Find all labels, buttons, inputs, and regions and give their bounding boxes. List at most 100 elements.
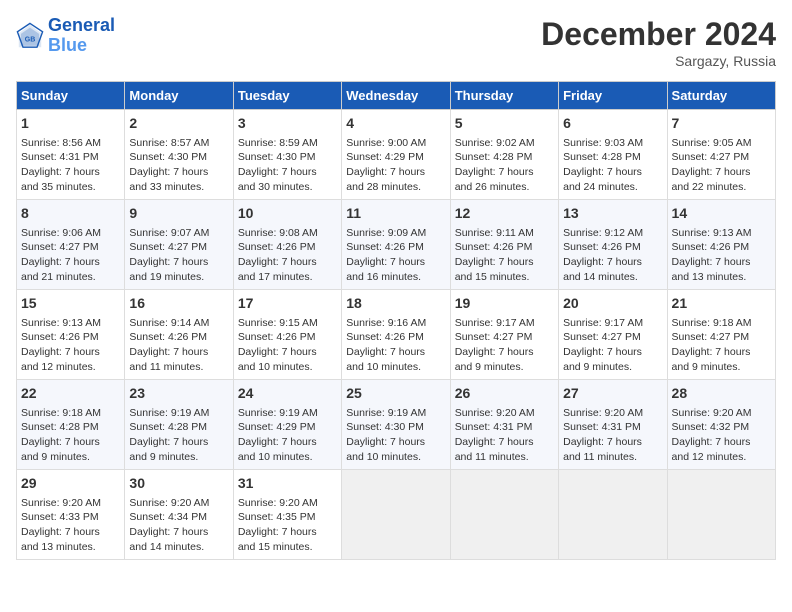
day-info: Sunrise: 9:09 AMSunset: 4:26 PMDaylight:…	[346, 226, 445, 285]
week-row-3: 22Sunrise: 9:18 AMSunset: 4:28 PMDayligh…	[17, 380, 776, 470]
week-row-4: 29Sunrise: 9:20 AMSunset: 4:33 PMDayligh…	[17, 470, 776, 560]
day-info: Sunrise: 9:05 AMSunset: 4:27 PMDaylight:…	[672, 136, 771, 195]
day-number: 17	[238, 294, 337, 314]
logo: GB General Blue	[16, 16, 115, 56]
calendar-cell: 31Sunrise: 9:20 AMSunset: 4:35 PMDayligh…	[233, 470, 341, 560]
calendar-cell: 14Sunrise: 9:13 AMSunset: 4:26 PMDayligh…	[667, 200, 775, 290]
day-number: 28	[672, 384, 771, 404]
day-number: 14	[672, 204, 771, 224]
calendar-cell: 23Sunrise: 9:19 AMSunset: 4:28 PMDayligh…	[125, 380, 233, 470]
day-info: Sunrise: 9:15 AMSunset: 4:26 PMDaylight:…	[238, 316, 337, 375]
header-cell-wednesday: Wednesday	[342, 82, 450, 110]
calendar-cell: 20Sunrise: 9:17 AMSunset: 4:27 PMDayligh…	[559, 290, 667, 380]
week-row-2: 15Sunrise: 9:13 AMSunset: 4:26 PMDayligh…	[17, 290, 776, 380]
day-info: Sunrise: 9:07 AMSunset: 4:27 PMDaylight:…	[129, 226, 228, 285]
day-number: 31	[238, 474, 337, 494]
logo-text: General Blue	[48, 16, 115, 56]
calendar-cell: 27Sunrise: 9:20 AMSunset: 4:31 PMDayligh…	[559, 380, 667, 470]
page-header: GB General Blue December 2024 Sargazy, R…	[16, 16, 776, 69]
calendar-cell: 15Sunrise: 9:13 AMSunset: 4:26 PMDayligh…	[17, 290, 125, 380]
day-info: Sunrise: 9:14 AMSunset: 4:26 PMDaylight:…	[129, 316, 228, 375]
calendar-cell: 12Sunrise: 9:11 AMSunset: 4:26 PMDayligh…	[450, 200, 558, 290]
header-row: SundayMondayTuesdayWednesdayThursdayFrid…	[17, 82, 776, 110]
calendar-cell	[342, 470, 450, 560]
day-number: 12	[455, 204, 554, 224]
day-info: Sunrise: 9:18 AMSunset: 4:27 PMDaylight:…	[672, 316, 771, 375]
day-info: Sunrise: 8:57 AMSunset: 4:30 PMDaylight:…	[129, 136, 228, 195]
week-row-1: 8Sunrise: 9:06 AMSunset: 4:27 PMDaylight…	[17, 200, 776, 290]
title-block: December 2024 Sargazy, Russia	[541, 16, 776, 69]
day-number: 9	[129, 204, 228, 224]
day-info: Sunrise: 9:02 AMSunset: 4:28 PMDaylight:…	[455, 136, 554, 195]
calendar-cell: 18Sunrise: 9:16 AMSunset: 4:26 PMDayligh…	[342, 290, 450, 380]
calendar-cell: 16Sunrise: 9:14 AMSunset: 4:26 PMDayligh…	[125, 290, 233, 380]
day-number: 8	[21, 204, 120, 224]
day-info: Sunrise: 9:08 AMSunset: 4:26 PMDaylight:…	[238, 226, 337, 285]
day-number: 20	[563, 294, 662, 314]
day-number: 11	[346, 204, 445, 224]
svg-text:GB: GB	[25, 36, 36, 43]
day-info: Sunrise: 9:12 AMSunset: 4:26 PMDaylight:…	[563, 226, 662, 285]
calendar-table: SundayMondayTuesdayWednesdayThursdayFrid…	[16, 81, 776, 560]
day-info: Sunrise: 9:20 AMSunset: 4:35 PMDaylight:…	[238, 496, 337, 555]
week-row-0: 1Sunrise: 8:56 AMSunset: 4:31 PMDaylight…	[17, 110, 776, 200]
day-info: Sunrise: 9:00 AMSunset: 4:29 PMDaylight:…	[346, 136, 445, 195]
calendar-cell: 7Sunrise: 9:05 AMSunset: 4:27 PMDaylight…	[667, 110, 775, 200]
day-number: 21	[672, 294, 771, 314]
day-number: 2	[129, 114, 228, 134]
day-info: Sunrise: 9:20 AMSunset: 4:31 PMDaylight:…	[563, 406, 662, 465]
calendar-cell: 5Sunrise: 9:02 AMSunset: 4:28 PMDaylight…	[450, 110, 558, 200]
day-number: 18	[346, 294, 445, 314]
calendar-cell: 17Sunrise: 9:15 AMSunset: 4:26 PMDayligh…	[233, 290, 341, 380]
header-cell-thursday: Thursday	[450, 82, 558, 110]
day-info: Sunrise: 9:19 AMSunset: 4:30 PMDaylight:…	[346, 406, 445, 465]
day-number: 22	[21, 384, 120, 404]
day-number: 19	[455, 294, 554, 314]
calendar-cell: 22Sunrise: 9:18 AMSunset: 4:28 PMDayligh…	[17, 380, 125, 470]
day-info: Sunrise: 9:20 AMSunset: 4:34 PMDaylight:…	[129, 496, 228, 555]
calendar-cell	[559, 470, 667, 560]
calendar-cell: 4Sunrise: 9:00 AMSunset: 4:29 PMDaylight…	[342, 110, 450, 200]
day-info: Sunrise: 9:19 AMSunset: 4:28 PMDaylight:…	[129, 406, 228, 465]
calendar-cell: 28Sunrise: 9:20 AMSunset: 4:32 PMDayligh…	[667, 380, 775, 470]
day-info: Sunrise: 8:59 AMSunset: 4:30 PMDaylight:…	[238, 136, 337, 195]
day-number: 27	[563, 384, 662, 404]
day-number: 10	[238, 204, 337, 224]
day-number: 4	[346, 114, 445, 134]
day-info: Sunrise: 9:19 AMSunset: 4:29 PMDaylight:…	[238, 406, 337, 465]
location-subtitle: Sargazy, Russia	[541, 53, 776, 69]
calendar-cell: 10Sunrise: 9:08 AMSunset: 4:26 PMDayligh…	[233, 200, 341, 290]
logo-icon: GB	[16, 22, 44, 50]
day-number: 13	[563, 204, 662, 224]
calendar-cell	[450, 470, 558, 560]
calendar-cell: 6Sunrise: 9:03 AMSunset: 4:28 PMDaylight…	[559, 110, 667, 200]
month-title: December 2024	[541, 16, 776, 53]
calendar-cell: 26Sunrise: 9:20 AMSunset: 4:31 PMDayligh…	[450, 380, 558, 470]
calendar-cell: 19Sunrise: 9:17 AMSunset: 4:27 PMDayligh…	[450, 290, 558, 380]
day-info: Sunrise: 9:17 AMSunset: 4:27 PMDaylight:…	[455, 316, 554, 375]
day-number: 23	[129, 384, 228, 404]
day-number: 1	[21, 114, 120, 134]
header-cell-saturday: Saturday	[667, 82, 775, 110]
day-info: Sunrise: 9:20 AMSunset: 4:33 PMDaylight:…	[21, 496, 120, 555]
day-number: 6	[563, 114, 662, 134]
calendar-body: 1Sunrise: 8:56 AMSunset: 4:31 PMDaylight…	[17, 110, 776, 560]
day-number: 24	[238, 384, 337, 404]
calendar-cell: 9Sunrise: 9:07 AMSunset: 4:27 PMDaylight…	[125, 200, 233, 290]
calendar-cell: 29Sunrise: 9:20 AMSunset: 4:33 PMDayligh…	[17, 470, 125, 560]
day-number: 30	[129, 474, 228, 494]
day-info: Sunrise: 9:20 AMSunset: 4:31 PMDaylight:…	[455, 406, 554, 465]
calendar-cell: 24Sunrise: 9:19 AMSunset: 4:29 PMDayligh…	[233, 380, 341, 470]
day-info: Sunrise: 8:56 AMSunset: 4:31 PMDaylight:…	[21, 136, 120, 195]
day-info: Sunrise: 9:16 AMSunset: 4:26 PMDaylight:…	[346, 316, 445, 375]
day-info: Sunrise: 9:03 AMSunset: 4:28 PMDaylight:…	[563, 136, 662, 195]
day-number: 25	[346, 384, 445, 404]
day-info: Sunrise: 9:17 AMSunset: 4:27 PMDaylight:…	[563, 316, 662, 375]
header-cell-friday: Friday	[559, 82, 667, 110]
day-info: Sunrise: 9:13 AMSunset: 4:26 PMDaylight:…	[21, 316, 120, 375]
day-info: Sunrise: 9:13 AMSunset: 4:26 PMDaylight:…	[672, 226, 771, 285]
calendar-cell: 8Sunrise: 9:06 AMSunset: 4:27 PMDaylight…	[17, 200, 125, 290]
calendar-cell: 30Sunrise: 9:20 AMSunset: 4:34 PMDayligh…	[125, 470, 233, 560]
day-info: Sunrise: 9:11 AMSunset: 4:26 PMDaylight:…	[455, 226, 554, 285]
header-cell-tuesday: Tuesday	[233, 82, 341, 110]
